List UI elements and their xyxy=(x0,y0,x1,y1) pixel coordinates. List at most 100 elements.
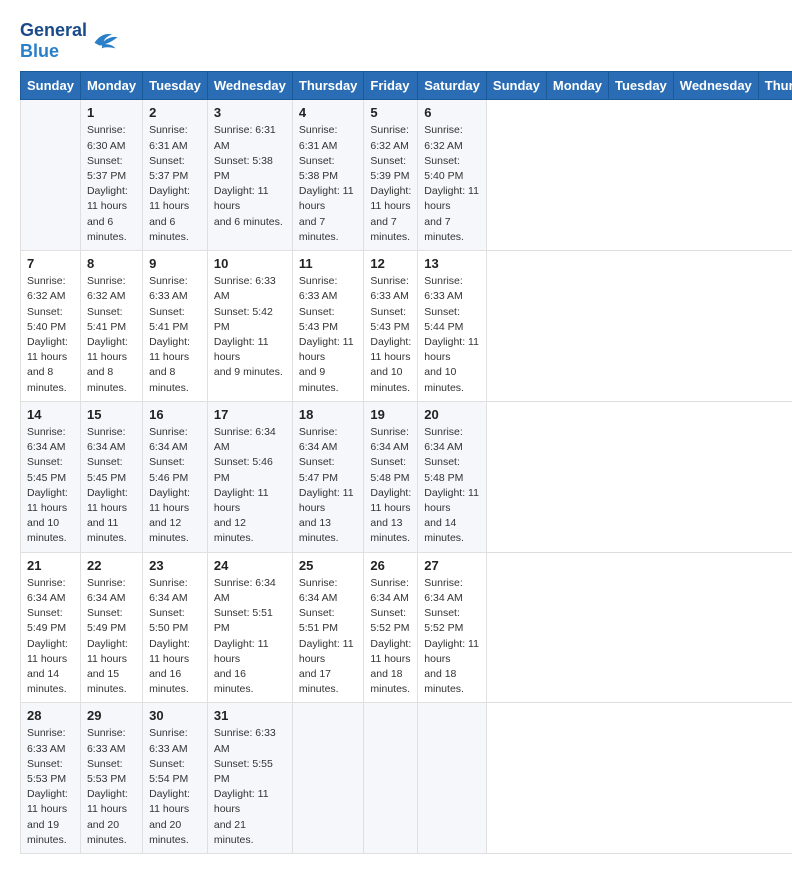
calendar-cell: 2 Sunrise: 6:31 AMSunset: 5:37 PMDaylight… xyxy=(143,100,208,251)
day-number: 1 xyxy=(87,105,136,120)
day-info: Sunrise: 6:33 AMSunset: 5:43 PMDaylight:… xyxy=(370,274,411,396)
day-number: 20 xyxy=(424,407,480,422)
logo-bird-icon xyxy=(91,27,119,55)
day-number: 27 xyxy=(424,558,480,573)
day-info: Sunrise: 6:33 AMSunset: 5:54 PMDaylight:… xyxy=(149,726,201,848)
header-sunday: Sunday xyxy=(21,72,81,100)
calendar-cell: 28 Sunrise: 6:33 AMSunset: 5:53 PMDayligh… xyxy=(21,703,81,854)
week-row-2: 7 Sunrise: 6:32 AMSunset: 5:40 PMDaylight… xyxy=(21,251,792,402)
day-info: Sunrise: 6:33 AMSunset: 5:44 PMDaylight:… xyxy=(424,274,480,396)
day-info: Sunrise: 6:31 AMSunset: 5:38 PMDaylight:… xyxy=(214,123,286,230)
calendar-cell: 16 Sunrise: 6:34 AMSunset: 5:46 PMDayligh… xyxy=(143,401,208,552)
header-thursday: Thursday xyxy=(292,72,364,100)
calendar-cell xyxy=(418,703,487,854)
logo: General Blue xyxy=(20,20,119,61)
calendar-cell: 27 Sunrise: 6:34 AMSunset: 5:52 PMDayligh… xyxy=(418,552,487,703)
header-monday: Monday xyxy=(80,72,142,100)
day-number: 5 xyxy=(370,105,411,120)
day-number: 13 xyxy=(424,256,480,271)
day-number: 24 xyxy=(214,558,286,573)
day-info: Sunrise: 6:34 AMSunset: 5:50 PMDaylight:… xyxy=(149,576,201,698)
day-number: 15 xyxy=(87,407,136,422)
day-number: 22 xyxy=(87,558,136,573)
page-header: General Blue xyxy=(20,20,772,61)
day-number: 10 xyxy=(214,256,286,271)
calendar-cell: 22 Sunrise: 6:34 AMSunset: 5:49 PMDayligh… xyxy=(80,552,142,703)
day-info: Sunrise: 6:34 AMSunset: 5:48 PMDaylight:… xyxy=(370,425,411,547)
calendar-cell xyxy=(364,703,418,854)
calendar-cell: 7 Sunrise: 6:32 AMSunset: 5:40 PMDaylight… xyxy=(21,251,81,402)
week-row-3: 14 Sunrise: 6:34 AMSunset: 5:45 PMDayligh… xyxy=(21,401,792,552)
day-info: Sunrise: 6:34 AMSunset: 5:47 PMDaylight:… xyxy=(299,425,358,547)
day-number: 18 xyxy=(299,407,358,422)
calendar-cell xyxy=(21,100,81,251)
day-info: Sunrise: 6:34 AMSunset: 5:48 PMDaylight:… xyxy=(424,425,480,547)
day-number: 25 xyxy=(299,558,358,573)
calendar-cell: 17Sunrise: 6:34 AMSunset: 5:46 PMDayligh… xyxy=(207,401,292,552)
day-info: Sunrise: 6:33 AMSunset: 5:53 PMDaylight:… xyxy=(87,726,136,848)
calendar-cell: 26Sunrise: 6:34 AMSunset: 5:52 PMDayligh… xyxy=(364,552,418,703)
day-info: Sunrise: 6:33 AMSunset: 5:55 PMDaylight:… xyxy=(214,726,286,848)
calendar-cell: 11Sunrise: 6:33 AMSunset: 5:43 PMDayligh… xyxy=(292,251,364,402)
day-number: 7 xyxy=(27,256,74,271)
calendar-cell: 13 Sunrise: 6:33 AMSunset: 5:44 PMDayligh… xyxy=(418,251,487,402)
col-header-wednesday: Wednesday xyxy=(673,72,758,100)
day-info: Sunrise: 6:34 AMSunset: 5:49 PMDaylight:… xyxy=(27,576,74,698)
day-info: Sunrise: 6:34 AMSunset: 5:51 PMDaylight:… xyxy=(299,576,358,698)
day-info: Sunrise: 6:33 AMSunset: 5:53 PMDaylight:… xyxy=(27,726,74,848)
calendar-cell: 31Sunrise: 6:33 AMSunset: 5:55 PMDayligh… xyxy=(207,703,292,854)
day-number: 19 xyxy=(370,407,411,422)
calendar-cell: 23 Sunrise: 6:34 AMSunset: 5:50 PMDayligh… xyxy=(143,552,208,703)
day-number: 16 xyxy=(149,407,201,422)
col-header-sunday: Sunday xyxy=(486,72,546,100)
week-row-5: 28 Sunrise: 6:33 AMSunset: 5:53 PMDayligh… xyxy=(21,703,792,854)
header-wednesday: Wednesday xyxy=(207,72,292,100)
day-number: 11 xyxy=(299,256,358,271)
header-tuesday: Tuesday xyxy=(143,72,208,100)
calendar-cell: 10 Sunrise: 6:33 AMSunset: 5:42 PMDayligh… xyxy=(207,251,292,402)
week-row-4: 21 Sunrise: 6:34 AMSunset: 5:49 PMDayligh… xyxy=(21,552,792,703)
calendar-cell: 29Sunrise: 6:33 AMSunset: 5:53 PMDayligh… xyxy=(80,703,142,854)
day-info: Sunrise: 6:34 AMSunset: 5:46 PMDaylight:… xyxy=(214,425,286,547)
calendar-cell xyxy=(292,703,364,854)
calendar-cell: 4Sunrise: 6:31 AMSunset: 5:38 PMDaylight… xyxy=(292,100,364,251)
day-info: Sunrise: 6:33 AMSunset: 5:42 PMDaylight:… xyxy=(214,274,286,381)
day-info: Sunrise: 6:32 AMSunset: 5:40 PMDaylight:… xyxy=(27,274,74,396)
day-number: 21 xyxy=(27,558,74,573)
logo-general: General xyxy=(20,20,87,41)
day-info: Sunrise: 6:34 AMSunset: 5:46 PMDaylight:… xyxy=(149,425,201,547)
day-number: 4 xyxy=(299,105,358,120)
calendar-cell: 19 Sunrise: 6:34 AMSunset: 5:48 PMDayligh… xyxy=(364,401,418,552)
calendar-cell: 25 Sunrise: 6:34 AMSunset: 5:51 PMDayligh… xyxy=(292,552,364,703)
day-number: 9 xyxy=(149,256,201,271)
calendar-cell: 5 Sunrise: 6:32 AMSunset: 5:39 PMDaylight… xyxy=(364,100,418,251)
day-number: 2 xyxy=(149,105,201,120)
day-number: 28 xyxy=(27,708,74,723)
day-info: Sunrise: 6:30 AMSunset: 5:37 PMDaylight:… xyxy=(87,123,136,245)
calendar-cell: 9 Sunrise: 6:33 AMSunset: 5:41 PMDaylight… xyxy=(143,251,208,402)
day-number: 3 xyxy=(214,105,286,120)
logo-blue: Blue xyxy=(20,41,87,62)
day-info: Sunrise: 6:34 AMSunset: 5:52 PMDaylight:… xyxy=(424,576,480,698)
day-number: 12 xyxy=(370,256,411,271)
day-info: Sunrise: 6:33 AMSunset: 5:41 PMDaylight:… xyxy=(149,274,201,396)
day-number: 8 xyxy=(87,256,136,271)
calendar-cell: 20 Sunrise: 6:34 AMSunset: 5:48 PMDayligh… xyxy=(418,401,487,552)
day-info: Sunrise: 6:34 AMSunset: 5:51 PMDaylight:… xyxy=(214,576,286,698)
day-info: Sunrise: 6:31 AMSunset: 5:37 PMDaylight:… xyxy=(149,123,201,245)
day-info: Sunrise: 6:32 AMSunset: 5:39 PMDaylight:… xyxy=(370,123,411,245)
calendar-cell: 12 Sunrise: 6:33 AMSunset: 5:43 PMDayligh… xyxy=(364,251,418,402)
day-number: 23 xyxy=(149,558,201,573)
day-info: Sunrise: 6:32 AMSunset: 5:40 PMDaylight:… xyxy=(424,123,480,245)
day-number: 30 xyxy=(149,708,201,723)
day-number: 6 xyxy=(424,105,480,120)
day-number: 14 xyxy=(27,407,74,422)
calendar-cell: 14Sunrise: 6:34 AMSunset: 5:45 PMDayligh… xyxy=(21,401,81,552)
calendar-header-row: SundayMondayTuesdayWednesdayThursdayFrid… xyxy=(21,72,792,100)
day-info: Sunrise: 6:32 AMSunset: 5:41 PMDaylight:… xyxy=(87,274,136,396)
calendar-cell: 24 Sunrise: 6:34 AMSunset: 5:51 PMDayligh… xyxy=(207,552,292,703)
day-info: Sunrise: 6:34 AMSunset: 5:49 PMDaylight:… xyxy=(87,576,136,698)
calendar-cell: 30 Sunrise: 6:33 AMSunset: 5:54 PMDayligh… xyxy=(143,703,208,854)
col-header-thursday: Thursday xyxy=(758,72,792,100)
day-info: Sunrise: 6:34 AMSunset: 5:45 PMDaylight:… xyxy=(87,425,136,547)
